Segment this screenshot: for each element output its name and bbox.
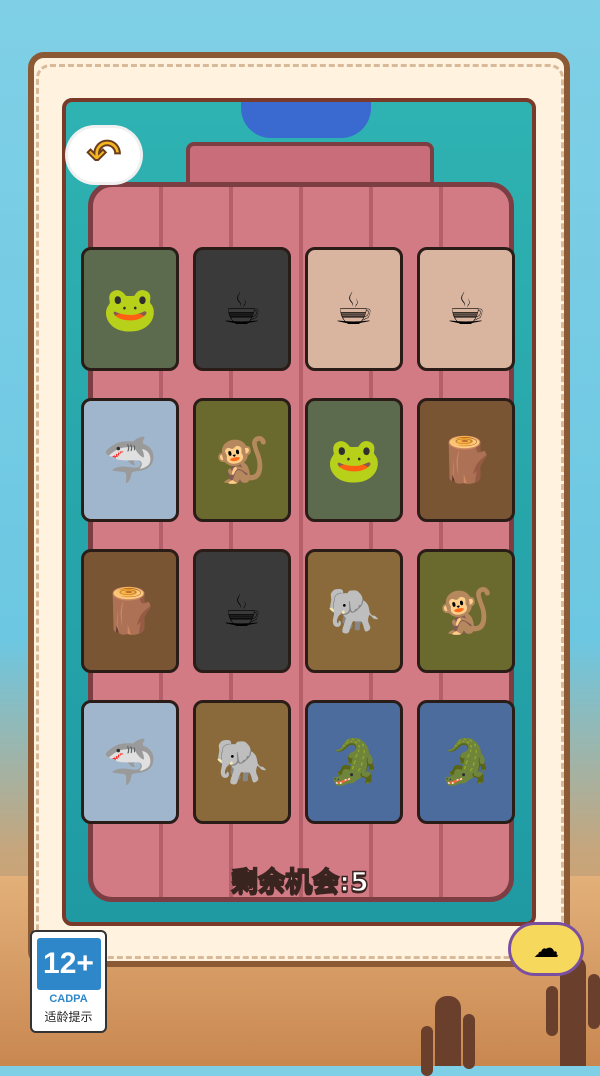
memory-card-monkey-banana[interactable]: 🐒 bbox=[417, 549, 515, 673]
shark-sneakers-icon: 🦈 bbox=[102, 737, 158, 788]
memory-card-cappuccino-lady[interactable]: ☕ bbox=[305, 247, 403, 371]
age-rating: 12+ bbox=[36, 938, 101, 990]
memory-card-wooden-stick-man[interactable]: 🪵 bbox=[81, 549, 179, 673]
coffee-cup-robot-icon: ☕ bbox=[222, 283, 262, 335]
card-grid: 🐸 ☕ ☕ ☕ 🦈 🐒 🐸 🪵 🪵 ☕ 🐘 🐒 🦈 🐘 🐊 🐊 bbox=[81, 247, 515, 824]
memory-card-wooden-stick-man[interactable]: 🪵 bbox=[417, 398, 515, 522]
memory-card-monkey-banana[interactable]: 🐒 bbox=[193, 398, 291, 522]
coffee-cup-robot-icon: ☕ bbox=[222, 585, 262, 637]
board-lid-decoration bbox=[241, 102, 371, 138]
memory-card-frog-tire[interactable]: 🐸 bbox=[81, 247, 179, 371]
crocodile-plane-icon: 🐊 bbox=[438, 737, 494, 788]
memory-card-cactus-elephant[interactable]: 🐘 bbox=[305, 549, 403, 673]
wooden-stick-man-icon: 🪵 bbox=[438, 435, 494, 486]
frog-tire-icon: 🐸 bbox=[102, 284, 158, 335]
shark-sneakers-icon: 🦈 bbox=[102, 435, 158, 486]
memory-card-frog-tire[interactable]: 🐸 bbox=[305, 398, 403, 522]
memory-card-cappuccino-lady[interactable]: ☕ bbox=[417, 247, 515, 371]
memory-card-coffee-cup-robot[interactable]: ☕ bbox=[193, 247, 291, 371]
remaining-chances: 剩余机会:5 bbox=[230, 866, 369, 899]
crocodile-plane-icon: 🐊 bbox=[326, 737, 382, 788]
frog-tire-icon: 🐸 bbox=[326, 435, 382, 486]
cappuccino-lady-icon: ☕ bbox=[334, 283, 374, 335]
memory-card-shark-sneakers[interactable]: 🦈 bbox=[81, 398, 179, 522]
mascot-glyph: ☁ bbox=[533, 934, 559, 964]
monkey-banana-icon: 🐒 bbox=[214, 435, 270, 486]
cactus-elephant-icon: 🐘 bbox=[326, 586, 382, 637]
memory-card-crocodile-plane[interactable]: 🐊 bbox=[305, 700, 403, 824]
memory-card-crocodile-plane[interactable]: 🐊 bbox=[417, 700, 515, 824]
memory-card-coffee-cup-robot[interactable]: ☕ bbox=[193, 549, 291, 673]
memory-card-shark-sneakers[interactable]: 🦈 bbox=[81, 700, 179, 824]
wooden-stick-man-icon: 🪵 bbox=[102, 586, 158, 637]
monkey-banana-icon: 🐒 bbox=[438, 586, 494, 637]
age-rating-org: CADPA bbox=[49, 993, 88, 1005]
cappuccino-lady-icon: ☕ bbox=[446, 283, 486, 335]
age-rating-tip: 适龄提示 bbox=[44, 1010, 93, 1024]
age-rating-badge: 12+ CADPA 适龄提示 bbox=[30, 930, 107, 1033]
memory-card-cactus-elephant[interactable]: 🐘 bbox=[193, 700, 291, 824]
cactus-decoration bbox=[421, 996, 475, 1076]
cloud-mascot-icon: ☁ bbox=[508, 922, 584, 976]
back-arrow-icon: ↶ bbox=[86, 131, 121, 179]
cactus-elephant-icon: 🐘 bbox=[214, 737, 270, 788]
back-button[interactable]: ↶ bbox=[68, 128, 140, 182]
